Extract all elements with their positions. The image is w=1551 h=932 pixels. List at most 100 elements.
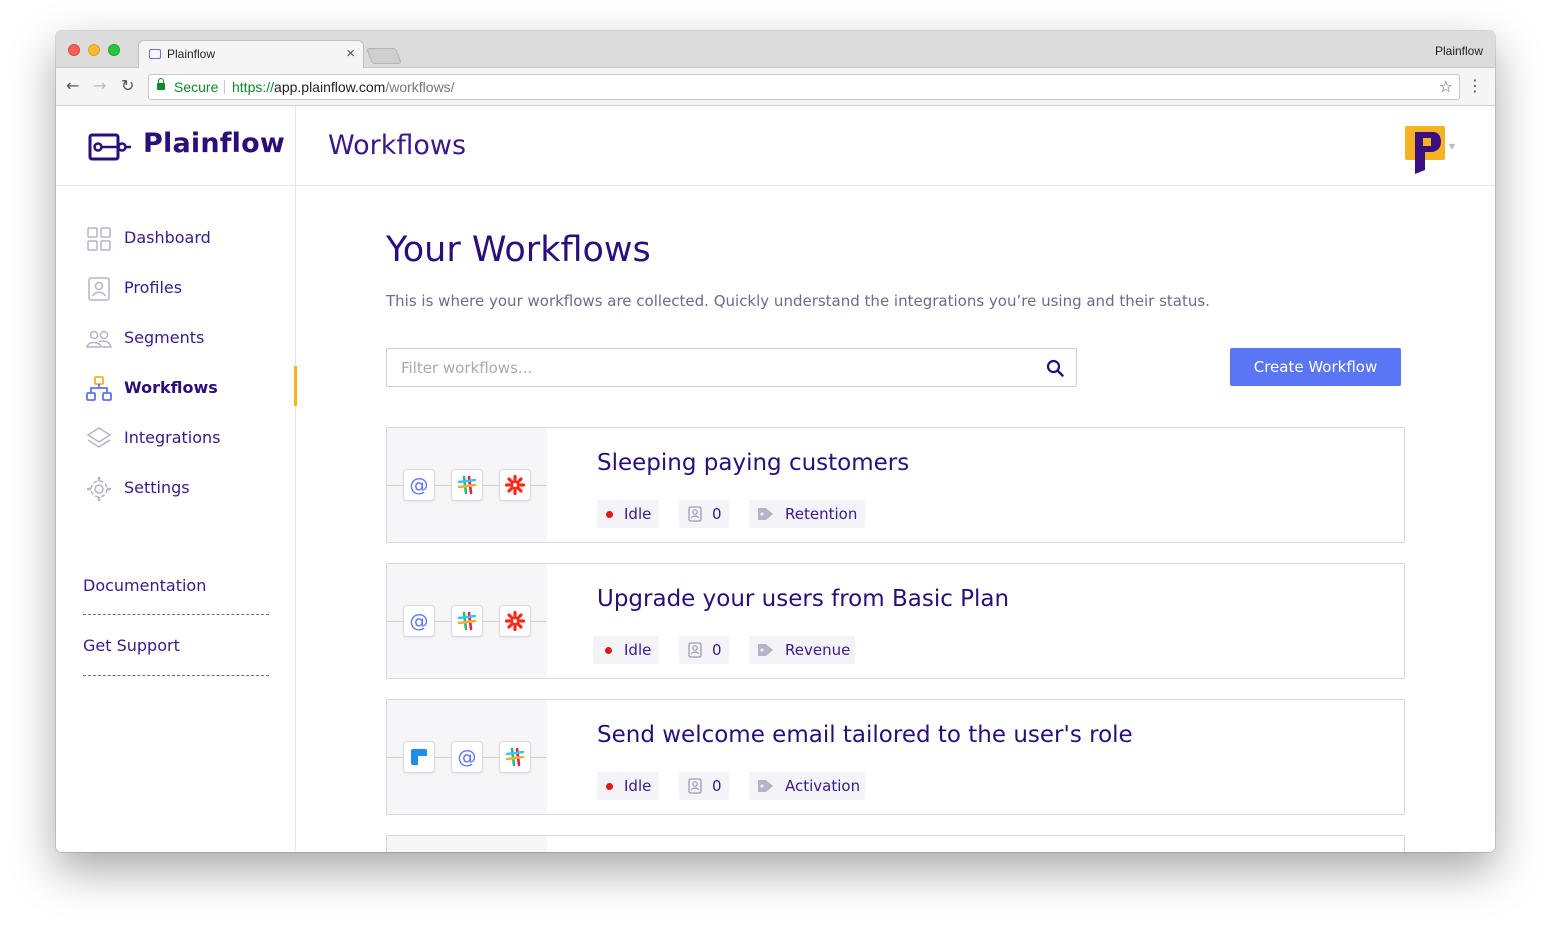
url-separator [224, 80, 225, 94]
documentation-link[interactable]: Documentation [83, 576, 206, 595]
slack-icon [451, 469, 483, 501]
sidebar-item-profiles[interactable]: Profiles [56, 266, 296, 310]
sidebar-item-label: Workflows [124, 378, 218, 397]
profiles-count-badge: 0 [679, 500, 729, 528]
browser-tab[interactable]: Plainflow × [138, 40, 364, 68]
status-badge: Idle [597, 500, 659, 528]
browser-window: Plainflow × Plainflow ← → ↻ Secure https… [56, 31, 1495, 852]
filter-box [386, 348, 1077, 387]
url-host: app.plainflow.com [274, 79, 386, 95]
browser-menu-icon[interactable]: ⋮ [1467, 77, 1483, 95]
favicon-icon [149, 49, 161, 59]
status-dot [606, 783, 613, 790]
close-window-button[interactable] [68, 44, 80, 56]
address-bar[interactable]: Secure https://app.plainflow.com/workflo… [148, 74, 1460, 100]
app: Plainflow Workflows ▼ Dashboard Profiles… [56, 106, 1495, 852]
profile-icon [688, 642, 702, 658]
page-title: Workflows [328, 130, 467, 161]
tab-strip: Plainflow × Plainflow [56, 31, 1495, 68]
reload-icon[interactable]: ↻ [121, 77, 134, 95]
intercom-icon [403, 741, 435, 773]
close-tab-icon[interactable]: × [346, 45, 355, 62]
segments-icon [86, 330, 112, 348]
profiles-count: 0 [712, 505, 722, 523]
divider [83, 675, 269, 676]
workflow-card[interactable] [386, 835, 1405, 852]
avatar-chevron-down-icon[interactable]: ▼ [1449, 142, 1455, 151]
get-support-link[interactable]: Get Support [83, 636, 180, 655]
workflows-heading: Your Workflows [386, 230, 651, 270]
profiles-icon [88, 277, 110, 301]
integration-chain: @ [387, 700, 547, 814]
profiles-count: 0 [712, 777, 722, 795]
profile-icon [688, 506, 702, 522]
back-arrow-icon[interactable]: ← [66, 77, 79, 95]
profiles-count-badge: 0 [679, 772, 729, 800]
forward-arrow-icon[interactable]: → [93, 77, 106, 95]
sidebar-item-label: Integrations [124, 428, 221, 447]
sidebar-item-label: Dashboard [124, 228, 211, 247]
tag-icon [758, 780, 773, 792]
status-dot [605, 647, 612, 654]
status-text: Idle [624, 777, 652, 795]
status-text: Idle [624, 641, 652, 659]
workflow-title[interactable]: Sleeping paying customers [597, 450, 909, 476]
zapier-icon [499, 469, 531, 501]
top-bar: Workflows ▼ [296, 106, 1495, 186]
brand[interactable]: Plainflow [56, 106, 296, 186]
browser-toolbar: ← → ↻ Secure https://app.plainflow.com/w… [56, 68, 1495, 106]
workflow-card[interactable]: @ Send welcome email tailored to the use… [386, 699, 1405, 815]
bookmark-star-icon[interactable]: ☆ [1439, 77, 1453, 96]
sidebar-item-label: Profiles [124, 278, 183, 297]
zapier-icon [499, 605, 531, 637]
tag-text: Activation [785, 777, 861, 795]
new-tab-button[interactable] [366, 48, 402, 64]
status-dot [606, 511, 613, 518]
workflows-subheading: This is where your workflows are collect… [386, 292, 1210, 310]
workflow-title[interactable]: Upgrade your users from Basic Plan [597, 586, 1009, 612]
profile-icon [688, 778, 702, 794]
integration-chain [387, 836, 547, 852]
tag-badge: Retention [749, 500, 865, 528]
lock-icon [157, 78, 165, 90]
sidebar-item-workflows[interactable]: Workflows [56, 366, 297, 410]
workflow-title[interactable]: Send welcome email tailored to the user'… [597, 722, 1133, 748]
main-content: Your Workflows This is where your workfl… [296, 186, 1495, 852]
filter-workflows-input[interactable] [387, 349, 1027, 386]
workflow-card[interactable]: @ Upgrade your users from Basic Plan Idl… [386, 563, 1405, 679]
brand-name: Plainflow [143, 128, 286, 159]
sidebar-item-label: Segments [124, 328, 205, 347]
email-icon: @ [451, 741, 483, 773]
status-text: Idle [624, 505, 652, 523]
integration-chain: @ [387, 428, 547, 542]
tab-title: Plainflow [167, 47, 216, 61]
url-path: /workflows/ [385, 79, 455, 95]
maximize-window-button[interactable] [108, 44, 120, 56]
sidebar-item-settings[interactable]: Settings [56, 466, 296, 510]
search-icon[interactable] [1046, 359, 1064, 377]
avatar[interactable] [1405, 126, 1445, 174]
sidebar-item-integrations[interactable]: Integrations [56, 416, 296, 460]
email-icon: @ [403, 605, 435, 637]
workflows-icon [86, 376, 112, 401]
sidebar: Dashboard Profiles Segments Workflows In… [56, 186, 297, 852]
sidebar-item-segments[interactable]: Segments [56, 316, 296, 360]
profiles-count: 0 [712, 641, 722, 659]
integrations-icon [86, 427, 112, 448]
create-workflow-button[interactable]: Create Workflow [1230, 348, 1401, 386]
sidebar-item-dashboard[interactable]: Dashboard [56, 216, 296, 260]
tag-badge: Revenue [749, 636, 855, 664]
tag-text: Revenue [785, 641, 851, 659]
integration-chain: @ [387, 564, 547, 678]
slack-icon [499, 741, 531, 773]
minimize-window-button[interactable] [88, 44, 100, 56]
url-text: https://app.plainflow.com/workflows/ [232, 79, 455, 95]
sidebar-item-label: Settings [124, 478, 190, 497]
status-badge: Idle [593, 636, 659, 664]
workflow-card[interactable]: @ Sleeping paying customers Idle 0 Reten… [386, 427, 1405, 543]
status-badge: Idle [597, 772, 659, 800]
profiles-count-badge: 0 [679, 636, 729, 664]
plainflow-logo-icon [88, 133, 131, 161]
browser-profile-name[interactable]: Plainflow [1435, 44, 1483, 58]
tag-text: Retention [785, 505, 858, 523]
